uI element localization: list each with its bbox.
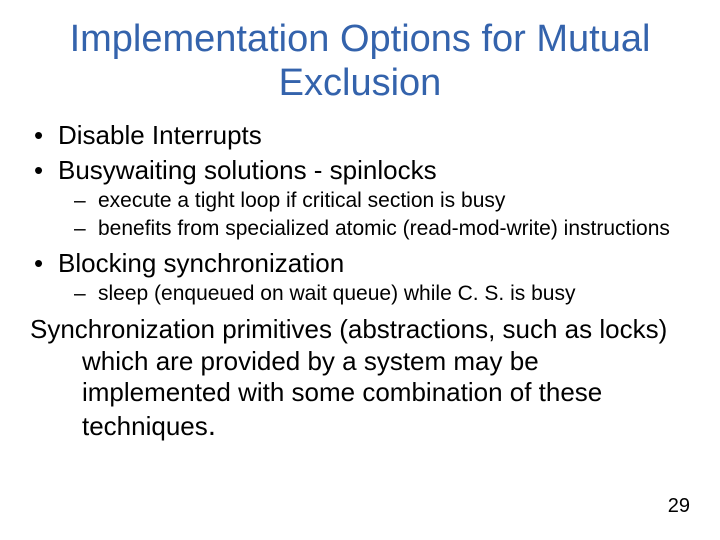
- bullet-text: benefits from specialized atomic (read-m…: [98, 216, 670, 241]
- dash-marker: –: [74, 281, 98, 306]
- bullet-level2: – execute a tight loop if critical secti…: [74, 188, 690, 213]
- dash-marker: –: [74, 216, 98, 241]
- bullet-marker: •: [30, 119, 58, 152]
- bullet-level1: • Busywaiting solutions - spinlocks: [30, 154, 690, 187]
- bullet-marker: •: [30, 247, 58, 280]
- page-number: 29: [668, 495, 690, 518]
- slide-content: • Disable Interrupts • Busywaiting solut…: [0, 119, 720, 444]
- slide-title: Implementation Options for Mutual Exclus…: [0, 0, 720, 117]
- bullet-text: Busywaiting solutions - spinlocks: [58, 154, 437, 187]
- dash-marker: –: [74, 188, 98, 213]
- bullet-level2: – benefits from specialized atomic (read…: [74, 216, 690, 241]
- paragraph: Synchronization primitives (abstractions…: [30, 314, 690, 444]
- bullet-level1: • Blocking synchronization: [30, 247, 690, 280]
- bullet-text: execute a tight loop if critical section…: [98, 188, 505, 213]
- bullet-level2: – sleep (enqueued on wait queue) while C…: [74, 281, 690, 306]
- bullet-text: Blocking synchronization: [58, 247, 344, 280]
- paragraph-text: Synchronization primitives (abstractions…: [30, 314, 667, 441]
- bullet-level1: • Disable Interrupts: [30, 119, 690, 152]
- bullet-marker: •: [30, 154, 58, 187]
- bullet-text: Disable Interrupts: [58, 119, 262, 152]
- bullet-text: sleep (enqueued on wait queue) while C. …: [98, 281, 575, 306]
- paragraph-dot: .: [208, 409, 216, 442]
